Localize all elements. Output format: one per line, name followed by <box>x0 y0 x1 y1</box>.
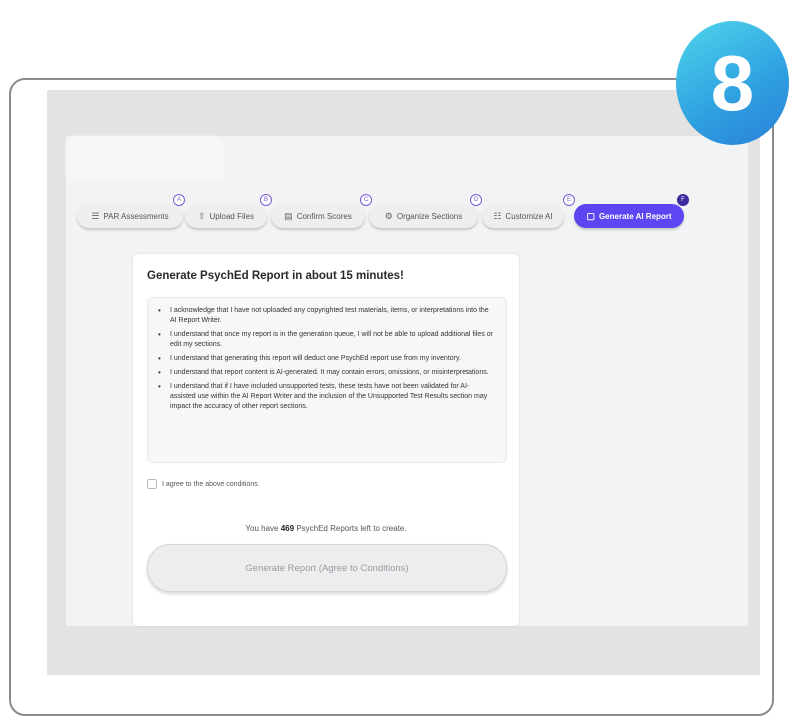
gear-icon: ⚙ <box>384 210 393 221</box>
condition-item: I understand that if I have included uns… <box>148 382 506 412</box>
agree-checkbox[interactable] <box>147 479 157 489</box>
step-badge-e: E <box>563 194 575 206</box>
step-number-badge: 8 <box>676 21 789 145</box>
tab-upload-files[interactable]: ⇧ Upload Files <box>185 204 267 228</box>
app-screen: ☰ PAR Assessments A ⇧ Upload Files B ▤ C… <box>66 136 748 626</box>
step-badge-b: B <box>260 194 272 206</box>
conditions-box: I acknowledge that I have not uploaded a… <box>147 297 507 463</box>
document-icon: ▢ <box>586 210 595 221</box>
condition-item: I understand that generating this report… <box>148 354 506 364</box>
step-badge-d: D <box>470 194 482 206</box>
step-badge-a: A <box>173 194 185 206</box>
tab-par-assessments[interactable]: ☰ PAR Assessments <box>77 204 183 228</box>
reports-remaining-count: 469 <box>280 524 295 533</box>
tab-label: Confirm Scores <box>296 211 352 221</box>
upload-icon: ⇧ <box>197 210 206 221</box>
tab-confirm-scores[interactable]: ▤ Confirm Scores <box>271 204 365 228</box>
generate-report-button[interactable]: Generate Report (Agree to Conditions) <box>147 544 507 592</box>
sliders-icon: ☷ <box>493 210 502 221</box>
tab-label: PAR Assessments <box>103 211 169 221</box>
tab-label: Generate AI Report <box>598 211 672 221</box>
tab-label: Organize Sections <box>396 211 463 221</box>
agree-label: I agree to the above conditions <box>162 480 258 488</box>
tab-generate-ai-report[interactable]: ▢ Generate AI Report <box>574 204 684 228</box>
tab-label: Customize AI <box>505 211 553 221</box>
clipboard-icon: ▤ <box>284 210 293 221</box>
agree-row[interactable]: I agree to the above conditions <box>147 479 258 489</box>
blurred-header <box>66 136 224 180</box>
list-icon: ☰ <box>91 210 100 221</box>
condition-item: I understand that once my report is in t… <box>148 330 506 350</box>
step-badge-f: F <box>677 194 689 206</box>
generate-report-card: Generate PsychEd Report in about 15 minu… <box>133 254 519 626</box>
step-badge-c: C <box>360 194 372 206</box>
tab-customize-ai[interactable]: ☷ Customize AI <box>482 204 564 228</box>
tab-organize-sections[interactable]: ⚙ Organize Sections <box>369 204 478 228</box>
card-title: Generate PsychEd Report in about 15 minu… <box>147 270 404 282</box>
condition-item: I understand that report content is AI-g… <box>148 368 506 378</box>
condition-item: I acknowledge that I have not uploaded a… <box>148 306 506 326</box>
reports-remaining: You have 469 PsychEd Reports left to cre… <box>245 524 407 533</box>
tab-label: Upload Files <box>209 211 254 221</box>
